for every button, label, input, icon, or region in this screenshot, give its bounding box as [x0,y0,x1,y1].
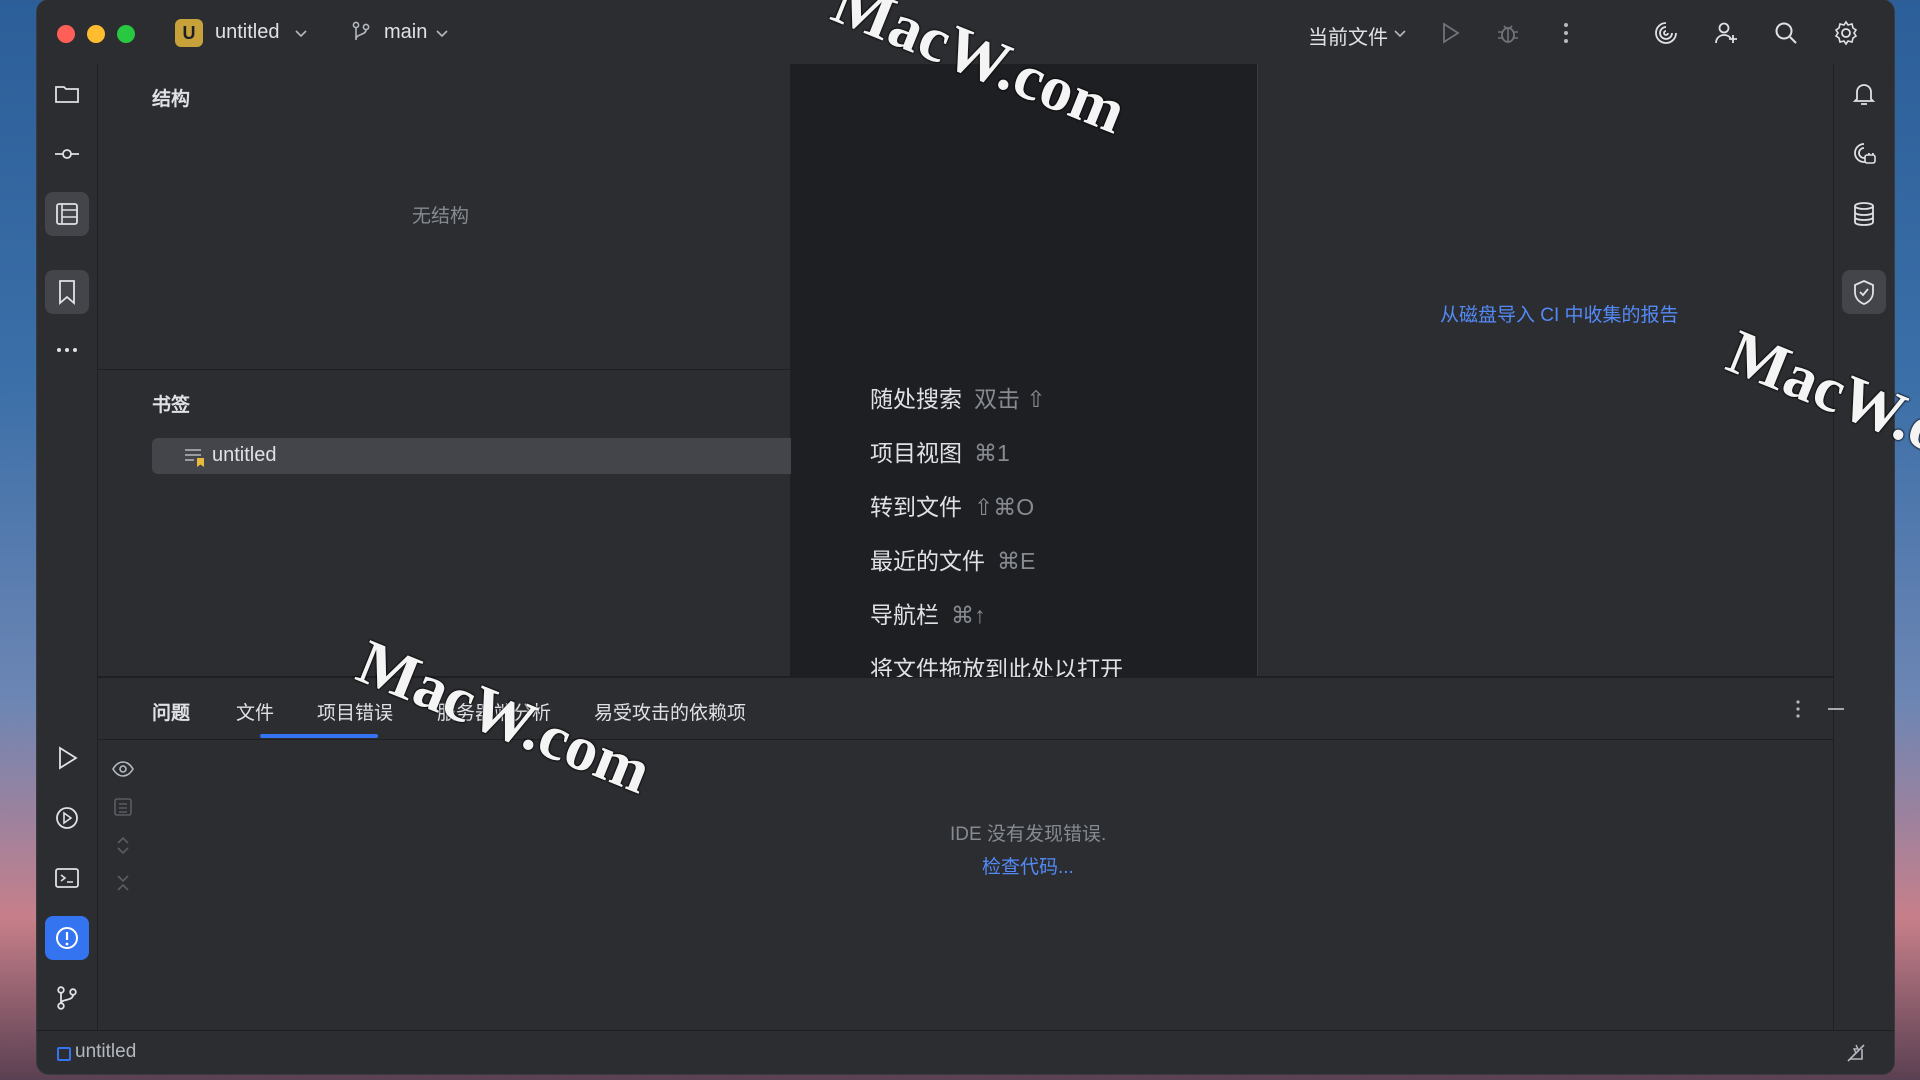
chevron-down-icon[interactable] [434,25,450,41]
qodana-button[interactable] [1842,270,1886,314]
tab-server-analysis[interactable]: 服务器端分析 [437,698,551,725]
hint-go-to-file[interactable]: 转到文件 ⇧⌘O [870,488,1034,522]
problems-tool-button[interactable] [45,916,89,960]
hint-project-view[interactable]: 项目视图 ⌘1 [870,434,1010,468]
eye-icon[interactable] [110,756,136,782]
project-selector[interactable]: untitled [215,21,280,44]
more-tools-button[interactable] [45,328,89,372]
right-tool-bar [1833,64,1894,1030]
project-badge[interactable]: U [175,19,203,47]
add-user-icon[interactable] [1711,18,1741,48]
problems-panel: 问题 文件 项目错误 服务器端分析 易受攻击的依赖项 IDE 没有发现错误. 检… [98,677,1844,1031]
active-tab-indicator [260,734,378,738]
branch-icon [352,21,370,40]
debug-icon[interactable] [1493,18,1523,48]
search-icon[interactable] [1771,18,1801,48]
hint-shortcut: 双击 ⇧ [974,386,1046,412]
collapse-all-icon[interactable] [110,870,136,896]
bookmarks-panel: 书签 untitled [98,370,808,677]
git-branch-icon [57,986,77,1010]
minimize-window-button[interactable] [87,25,105,43]
database-icon [1854,202,1874,226]
hint-label: 导航栏 [870,602,939,628]
chevron-down-icon[interactable] [293,25,309,41]
expand-all-icon[interactable] [110,832,136,858]
tab-file[interactable]: 文件 [236,698,274,725]
ai-chat-button[interactable] [1842,132,1886,176]
structure-icon [56,203,78,225]
bookmark-list-icon [185,449,204,467]
gear-icon[interactable] [1831,18,1861,48]
structure-panel: 结构 无结构 [98,64,790,370]
module-icon [57,1047,71,1061]
hint-shortcut: ⌘E [997,548,1036,574]
ide-window: U untitled main 当前文件 结构 无结构 书签 untitled … [37,0,1894,1074]
terminal-tool-button[interactable] [45,856,89,900]
services-icon [56,807,78,829]
database-button[interactable] [1842,192,1886,236]
bookmarks-tool-button[interactable] [45,270,89,314]
run-tool-button[interactable] [45,736,89,780]
run-icon [59,746,78,770]
bookmarks-title: 书签 [152,395,191,416]
left-tool-bar [37,64,98,1030]
hint-search-everywhere[interactable]: 随处搜索 双击 ⇧ [870,380,1046,414]
folder-icon [55,86,79,103]
warning-circle-icon [56,927,78,949]
commit-tool-button[interactable] [45,132,89,176]
bookmark-item-label: untitled [212,444,277,466]
chevron-down-icon[interactable] [1392,25,1408,41]
hint-shortcut: ⇧⌘O [974,494,1035,520]
ci-report-panel: 从磁盘导入 CI 中收集的报告 [1258,64,1871,676]
close-window-button[interactable] [57,25,75,43]
tab-problems[interactable]: 问题 [152,698,190,725]
structure-title: 结构 [152,89,191,110]
more-actions-icon[interactable] [1551,18,1581,48]
hint-label: 项目视图 [870,440,962,466]
panel-options-icon[interactable] [1787,698,1809,720]
hint-navigation-bar[interactable]: 导航栏 ⌘↑ [870,596,986,630]
structure-tool-button[interactable] [45,192,89,236]
terminal-icon [55,868,79,888]
zoom-window-button[interactable] [117,25,135,43]
hint-label: 随处搜索 [870,386,962,412]
tab-vulnerable-dependencies[interactable]: 易受攻击的依赖项 [594,698,746,725]
tab-project-errors[interactable]: 项目错误 [317,698,393,725]
status-project[interactable]: untitled [75,1041,136,1063]
ai-assistant-icon[interactable] [1651,18,1681,48]
bell-icon [1852,84,1876,105]
structure-empty-message: 无结构 [412,206,470,227]
bookmark-item[interactable]: untitled [152,438,808,474]
more-horizontal-icon [57,348,77,352]
title-bar: U untitled main 当前文件 [37,0,1894,65]
shield-check-icon [1854,280,1874,305]
tab-separator [98,739,1833,740]
hint-recent-files[interactable]: 最近的文件 ⌘E [870,542,1035,576]
hint-shortcut: ⌘1 [974,440,1010,466]
branch-selector[interactable]: main [384,21,427,44]
notifications-button[interactable] [1842,72,1886,116]
minimize-panel-icon[interactable] [1825,698,1847,720]
status-bar: untitled [37,1030,1894,1074]
inspect-code-link[interactable]: 检查代码... [982,852,1074,879]
group-icon[interactable] [110,794,136,820]
git-tool-button[interactable] [45,976,89,1020]
ai-chat-icon [1854,143,1876,164]
bookmark-icon [59,280,75,305]
hint-shortcut: ⌘↑ [951,602,986,628]
hint-label: 转到文件 [870,494,962,520]
services-tool-button[interactable] [45,796,89,840]
power-save-icon[interactable] [1844,1041,1868,1065]
commit-icon [55,149,79,159]
project-tool-button[interactable] [45,72,89,116]
run-config-selector[interactable]: 当前文件 [1308,21,1388,50]
import-ci-report-link[interactable]: 从磁盘导入 CI 中收集的报告 [1440,300,1679,327]
run-icon[interactable] [1435,18,1465,48]
no-errors-message: IDE 没有发现错误. [950,824,1107,845]
hint-label: 最近的文件 [870,548,985,574]
